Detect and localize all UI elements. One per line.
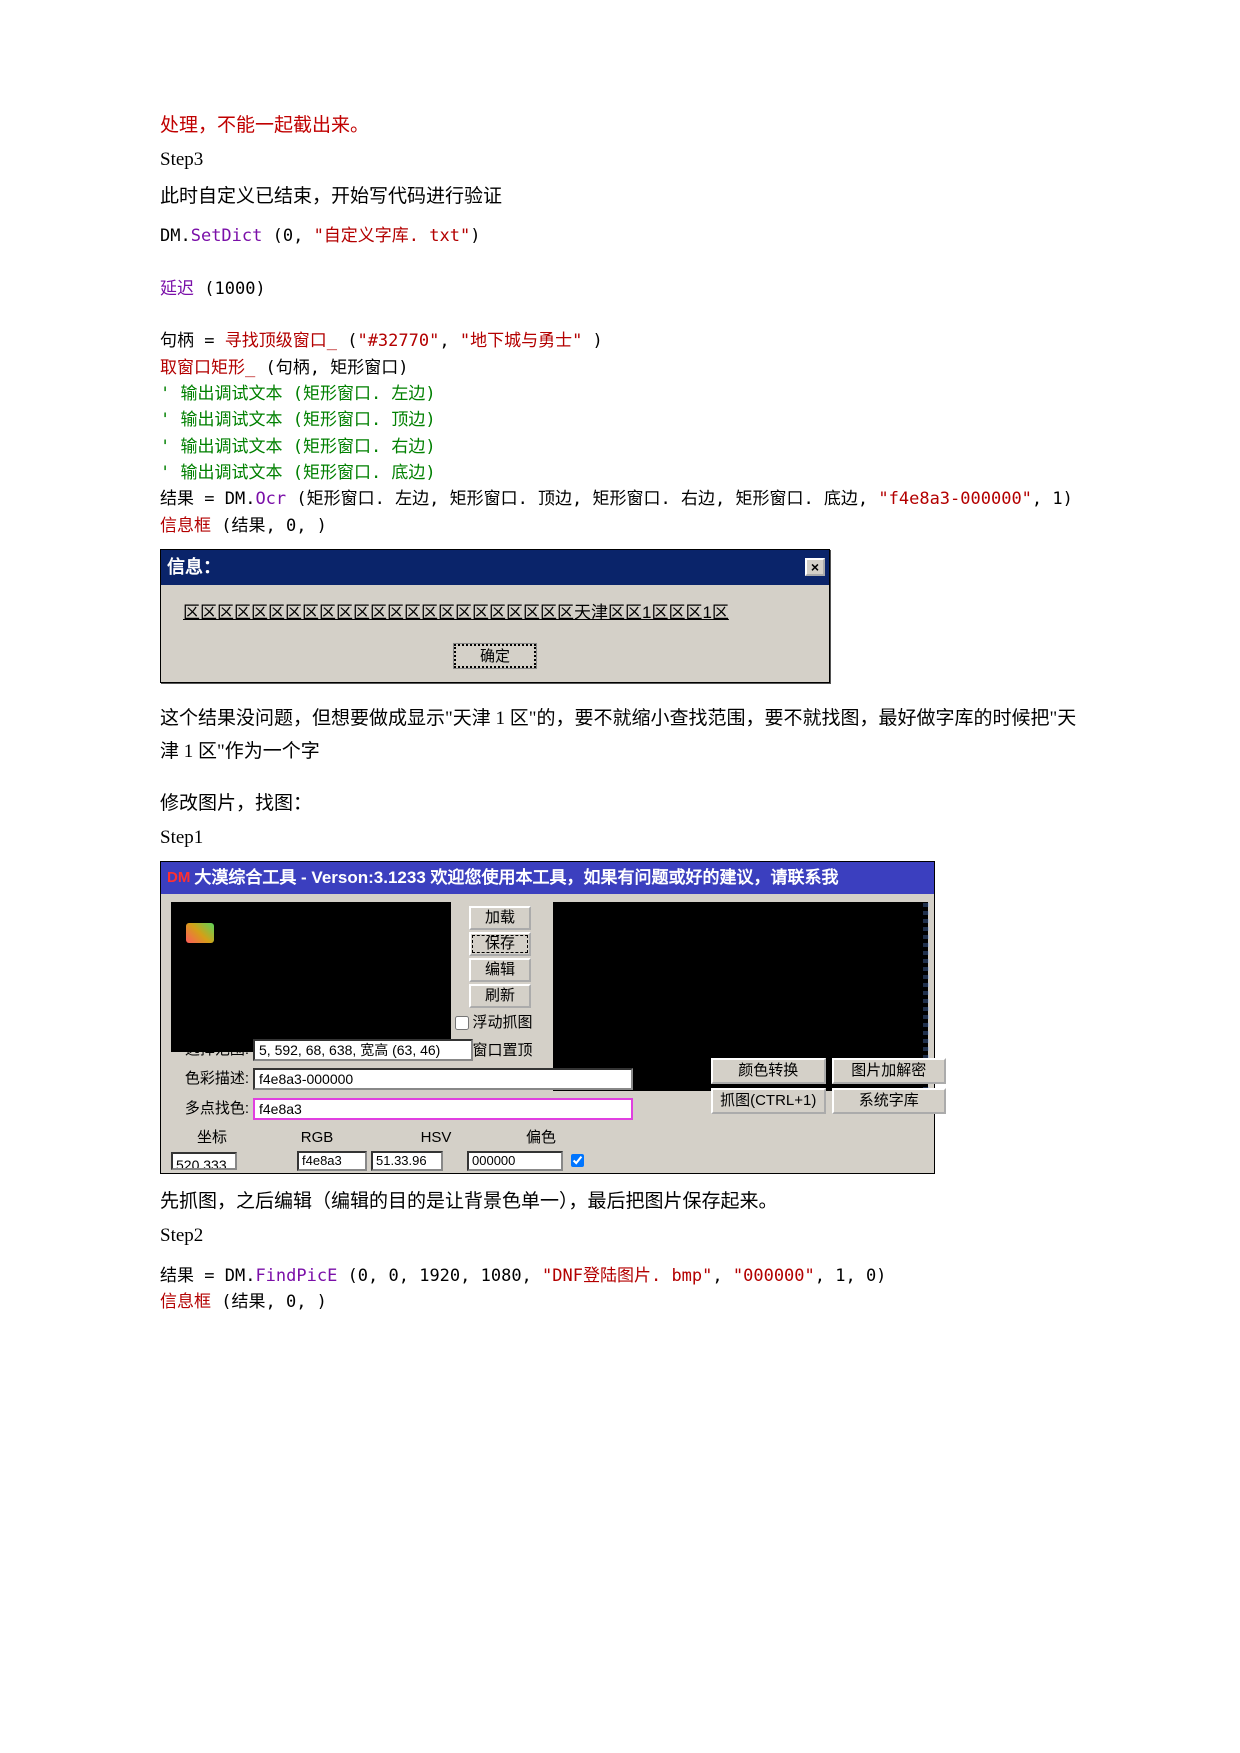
step3-heading: Step3 — [160, 144, 1080, 176]
message-dialog: 信息： × 区区区区区区区区区区区区区区区区区区区区区区区天津区区1区区区1区 … — [160, 549, 830, 683]
preview-area — [171, 902, 451, 1052]
capture-instruction: 先抓图，之后编辑（编辑的目的是让背景色单一），最后把图片保存起来。 — [160, 1186, 1080, 1218]
rgb-value[interactable] — [297, 1151, 367, 1171]
offset-value[interactable] — [467, 1151, 563, 1171]
tool-titlebar: DM 大漠综合工具 - Verson:3.1233 欢迎您使用本工具，如果有问题… — [161, 862, 934, 895]
dialog-title: 信息： — [167, 552, 221, 583]
dialog-titlebar: 信息： × — [161, 550, 829, 585]
code-block-2: 结果 = DM.FindPicE (0, 0, 1920, 1080, "DNF… — [160, 1263, 1080, 1316]
float-capture-checkbox[interactable] — [455, 1016, 469, 1030]
step3-text: 此时自定义已结束，开始写代码进行验证 — [160, 181, 1080, 213]
binarize-label: 二值化区域(0) — [711, 1027, 946, 1055]
preview-thumbnail-icon — [186, 923, 214, 943]
coord-value[interactable]: 520.333 — [171, 1152, 237, 1170]
range-label: 选择范围: — [171, 1037, 249, 1063]
syslib-button[interactable]: 系统字库 — [832, 1088, 947, 1114]
multi-color-input[interactable] — [253, 1098, 633, 1120]
load-button[interactable]: 加载 — [469, 906, 531, 930]
offset-header: 偏色 — [491, 1125, 591, 1151]
step1-heading: Step1 — [160, 822, 1080, 854]
dm-tool-window: DM 大漠综合工具 - Verson:3.1233 欢迎您使用本工具，如果有问题… — [160, 861, 935, 1174]
color-desc-label: 色彩描述: — [171, 1066, 249, 1092]
range-input[interactable] — [253, 1039, 473, 1061]
capture-button[interactable]: 抓图(CTRL+1) — [711, 1088, 826, 1114]
multi-color-label: 多点找色: — [171, 1096, 249, 1122]
tool-icon: DM — [167, 865, 190, 891]
tool-title: 大漠综合工具 - Verson:3.1233 欢迎您使用本工具，如果有问题或好的… — [194, 864, 838, 893]
color-convert-button[interactable]: 颜色转换 — [711, 1058, 826, 1084]
hsv-header: HSV — [381, 1125, 491, 1151]
encrypt-button[interactable]: 图片加解密 — [832, 1058, 947, 1084]
explanation-para: 这个结果没问题，但想要做成显示"天津 1 区"的，要不就缩小查找范围，要不就找图… — [160, 703, 1080, 768]
step2-heading: Step2 — [160, 1220, 1080, 1252]
offset-checkbox[interactable] — [571, 1154, 584, 1167]
warning-line: 处理，不能一起截出来。 — [160, 110, 1080, 142]
edit-button[interactable]: 编辑 — [469, 958, 531, 982]
float-capture-label: 浮动抓图 — [472, 1010, 532, 1036]
ok-button[interactable]: 确定 — [454, 644, 536, 668]
close-icon[interactable]: × — [805, 558, 825, 576]
refresh-button[interactable]: 刷新 — [469, 984, 531, 1008]
coord-header: 坐标 — [171, 1125, 253, 1151]
code-block-1: DM.SetDict (0, "自定义字库. txt") 延迟 (1000) 句… — [160, 223, 1080, 539]
hsv-value[interactable] — [371, 1151, 443, 1171]
dialog-message: 区区区区区区区区区区区区区区区区区区区区区区区天津区区1区区区1区 — [183, 599, 813, 628]
modify-heading: 修改图片，找图： — [160, 788, 1080, 820]
color-desc-input[interactable] — [253, 1068, 633, 1090]
rgb-header: RGB — [253, 1125, 381, 1151]
save-button[interactable]: 保存 — [469, 932, 531, 956]
